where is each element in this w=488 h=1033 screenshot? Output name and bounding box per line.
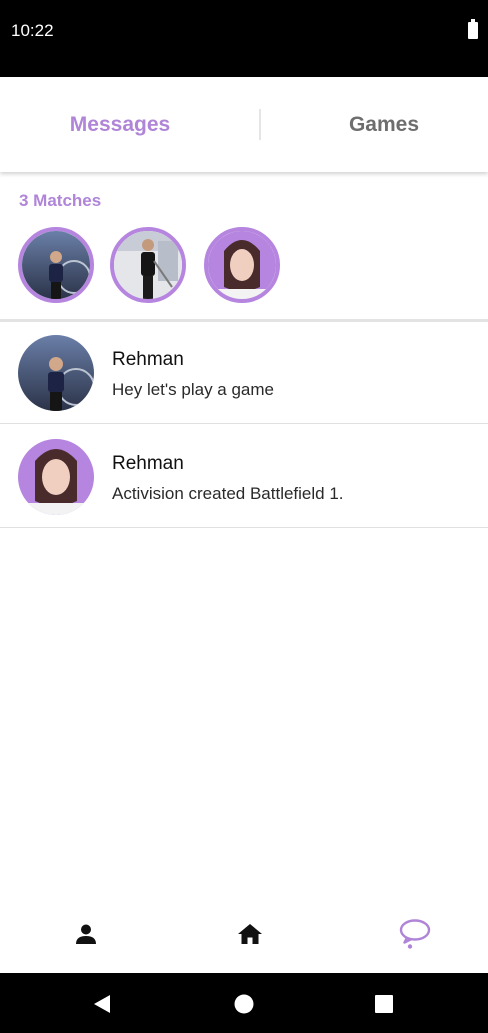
system-recents-button[interactable]: [372, 992, 396, 1016]
tab-games[interactable]: Games: [262, 77, 488, 172]
profile-photo-woman: [18, 439, 94, 515]
profile-photo-man-bike: [22, 231, 90, 299]
person-icon: [76, 924, 96, 944]
status-bar: 10:22: [0, 0, 488, 77]
matches-divider: [0, 319, 488, 322]
message-sender-name: Rehman: [112, 453, 184, 474]
system-nav-bar: [0, 973, 488, 1033]
home-icon: [238, 924, 262, 944]
nav-home-button[interactable]: [230, 916, 270, 952]
match-avatar[interactable]: [110, 227, 186, 303]
matches-title: 3 Matches: [19, 191, 102, 210]
profile-photo-man-bike: [18, 335, 94, 411]
nav-chat-button[interactable]: [394, 916, 434, 952]
message-row[interactable]: Rehman Activision created Battlefield 1.: [0, 427, 488, 528]
system-back-button[interactable]: [90, 992, 114, 1016]
back-icon: [94, 995, 110, 1013]
match-avatar[interactable]: [204, 227, 280, 303]
tab-messages[interactable]: Messages: [0, 77, 240, 172]
message-preview: Hey let's play a game: [112, 380, 274, 399]
message-preview: Activision created Battlefield 1.: [112, 484, 344, 503]
tab-divider: [259, 109, 261, 140]
home-circle-icon: [234, 994, 254, 1014]
avatar: [18, 335, 94, 411]
avatar: [18, 439, 94, 515]
status-time: 10:22: [11, 21, 54, 40]
profile-photo-man-street: [114, 231, 182, 299]
recents-icon: [375, 995, 393, 1013]
chat-bubble-icon: [399, 919, 431, 949]
message-sender-name: Rehman: [112, 349, 184, 370]
bottom-nav: [0, 900, 488, 973]
profile-photo-woman: [208, 231, 276, 299]
nav-profile-button[interactable]: [66, 916, 106, 952]
match-avatar[interactable]: [18, 227, 94, 303]
tab-bar: Messages Games: [0, 77, 488, 172]
battery-icon: [468, 19, 478, 39]
system-home-button[interactable]: [232, 992, 256, 1016]
message-row[interactable]: Rehman Hey let's play a game: [0, 323, 488, 424]
